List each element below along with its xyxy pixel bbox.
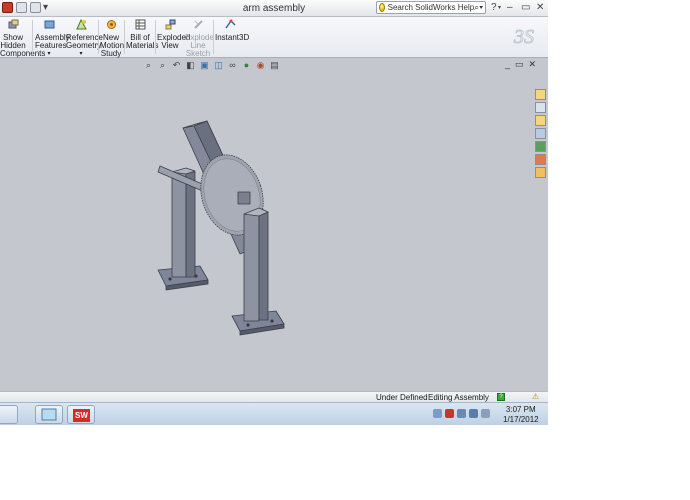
file-explorer-icon[interactable] [535,115,546,126]
ribbon-label-line: Components [0,49,46,58]
assembly-features-button[interactable]: Assembly Features ▾ [35,19,70,58]
definition-status: Under Defined [376,393,428,402]
search-icon[interactable]: ⌕▾ [474,2,485,13]
apply-scene-icon[interactable]: ◉ [255,60,266,70]
view-palette-icon[interactable] [535,141,546,152]
edit-appearance-icon[interactable]: ● [241,60,252,70]
help-icon[interactable]: ? [491,2,497,13]
ribbon-separator [155,20,156,54]
instant3d-button[interactable]: Instant3D [215,19,250,42]
motion-study-icon [106,20,116,29]
document-window-controls[interactable]: _▭✕ [505,59,541,70]
help-icon[interactable]: ? [497,393,505,401]
ds-logo-icon: 3S [513,26,535,49]
display-style-icon[interactable]: ◫ [213,60,224,70]
graphics-area[interactable] [0,72,534,390]
left-post [171,171,187,278]
dropdown-arrow-icon[interactable]: ▾ [66,50,96,58]
ribbon-separator [124,20,125,54]
editing-status: Editing Assembly [428,393,489,402]
zoom-area-icon[interactable]: ⌕ [157,60,168,70]
ribbon-label-line: Materials [126,41,159,50]
dropdown-arrow-icon[interactable]: ▾ [35,50,63,58]
hub [237,191,251,205]
new-motion-study-button[interactable]: New Motion Study [100,19,124,58]
section-view-icon[interactable]: ◧ [185,60,196,70]
ribbon-label-line: Sketch [185,49,211,58]
tray-signal-icon[interactable] [469,409,478,418]
svg-text:3S: 3S [513,26,534,48]
window-icon [41,408,57,421]
instant3d-icon [224,19,236,29]
ribbon-separator [213,20,214,54]
reference-geometry-button[interactable]: Reference Geometry ▾ [66,18,103,58]
custom-properties-icon[interactable] [535,167,546,178]
assembly-features-icon [44,20,54,29]
ribbon-separator [32,20,33,54]
view-settings-icon[interactable]: ▤ [269,60,280,70]
hide-show-icon[interactable]: ∞ [227,60,238,70]
taskbar-button-explorer[interactable] [0,405,18,424]
rebuild-icon[interactable]: ⚠ [532,392,539,401]
minimize-icon[interactable]: – [507,2,513,13]
ribbon-separator [98,20,99,54]
windows-taskbar: SW 3:07 PM 1/17/2012 [0,402,548,425]
exploded-view-icon [165,19,175,30]
help-dropdown-icon[interactable]: ▾ [498,4,501,11]
clock-date: 1/17/2012 [503,415,539,424]
design-library-icon[interactable] [535,102,546,113]
ribbon-label-line: Geometry [66,41,102,50]
command-manager: 3S Show Hidden Components Assembly Featu… [0,17,548,58]
view-orientation-icon[interactable]: ▣ [199,60,210,70]
solidworks-window: ▾ arm assembly Search SolidWorks Help ⌕▾… [0,0,548,425]
tray-arrow-icon[interactable] [433,409,442,418]
close-icon[interactable]: ✕ [536,2,544,13]
ribbon-label-line: View [161,41,179,50]
right-post [243,213,260,322]
taskbar-clock[interactable]: 3:07 PM 1/17/2012 [503,405,539,425]
tray-antivirus-icon[interactable] [445,409,454,418]
taskbar-button-solidworks[interactable]: SW [67,405,95,424]
appearances-scenes-icon[interactable] [535,154,546,165]
show-hidden-components-icon [8,19,18,29]
restore-icon[interactable]: ▭ [521,2,530,13]
search-label: Search SolidWorks Help [387,3,475,12]
previous-view-icon[interactable]: ↶ [171,60,182,70]
search-results-icon[interactable] [535,128,546,139]
ribbon-label-line: Features [35,41,67,50]
exploded-view-button[interactable]: Exploded View [157,19,190,50]
tray-volume-icon[interactable] [481,409,490,418]
tray-network-icon[interactable] [457,409,466,418]
bill-of-materials-icon [135,19,145,30]
explode-line-sketch-icon [193,20,203,29]
title-bar: ▾ arm assembly Search SolidWorks Help ⌕▾… [0,0,548,17]
bill-of-materials-button[interactable]: Bill of Materials [126,19,159,50]
lightbulb-icon [379,3,385,12]
task-pane-tabs [535,89,548,180]
clock-time: 3:07 PM [505,405,536,414]
taskbar-button-app[interactable] [35,405,63,424]
solidworks-resources-icon[interactable] [535,89,546,100]
heads-up-view-toolbar: ⌕ ⌕ ↶ ◧ ▣ ◫ ∞ ● ◉ ▤ [143,59,280,71]
ribbon-label-line: Instant3D [215,33,250,42]
help-search-box[interactable]: Search SolidWorks Help ⌕▾ [376,1,486,14]
show-hidden-components-button[interactable]: Show Hidden Components [0,19,46,58]
explode-line-sketch-button[interactable]: Explode Line Sketch [185,19,214,58]
system-tray [433,409,490,418]
arm-assembly-model[interactable] [0,72,534,390]
reference-geometry-icon [75,18,87,30]
ribbon-label-line: Study [100,49,122,58]
solidworks-logo-icon: SW [73,409,90,422]
zoom-to-fit-icon[interactable]: ⌕ [143,60,154,70]
